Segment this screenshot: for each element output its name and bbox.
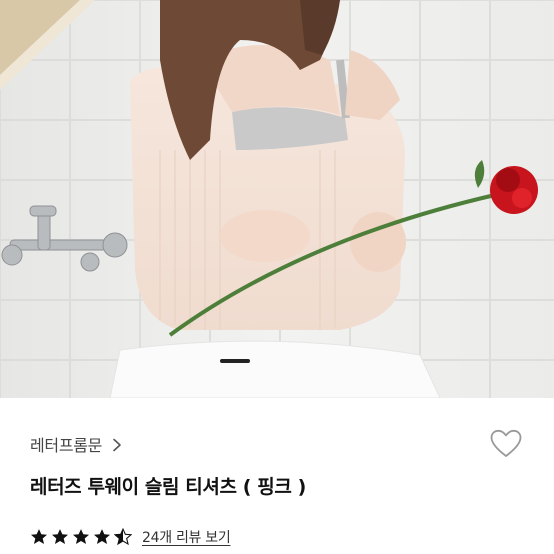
heart-outline-icon: [490, 429, 522, 463]
product-image[interactable]: [0, 0, 554, 398]
chevron-right-icon: [110, 437, 124, 452]
star-icon: [51, 529, 69, 545]
rating-stars: [30, 528, 132, 546]
review-link[interactable]: 24개 리뷰 보기: [142, 527, 231, 547]
star-icon: [72, 529, 90, 545]
product-title: 레터즈 투웨이 슬림 티셔츠 ( 핑크 ): [30, 476, 306, 498]
star-half-icon: [114, 528, 132, 546]
gallery-page-indicator: [220, 359, 250, 363]
like-button[interactable]: [488, 428, 524, 464]
rating-row: 24개 리뷰 보기: [30, 525, 231, 549]
brand-link[interactable]: 레터프롬문: [30, 432, 124, 456]
star-icon: [93, 529, 111, 545]
brand-name: 레터프롬문: [30, 436, 103, 455]
star-icon: [30, 529, 48, 545]
